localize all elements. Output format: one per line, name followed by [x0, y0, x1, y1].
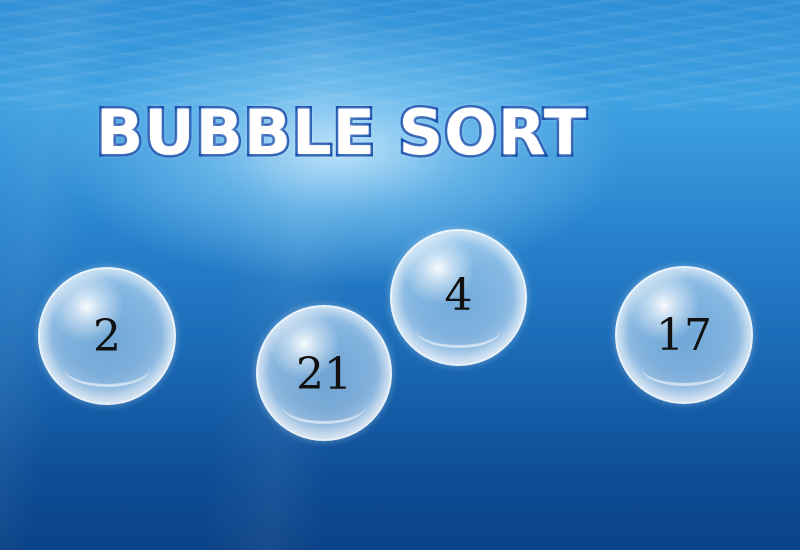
bubble-2[interactable]: 21 [256, 305, 392, 441]
bubble-value: 2 [93, 311, 121, 362]
bubble-value: 4 [444, 269, 473, 321]
bubble-1[interactable]: 2 [38, 267, 176, 405]
bubble-4[interactable]: 17 [615, 266, 753, 404]
bubble-3[interactable]: 4 [390, 229, 527, 366]
bubble-value: 17 [656, 310, 712, 361]
game-title: BUBBLE SORT [93, 96, 588, 169]
bubble-value: 21 [296, 349, 352, 400]
underwater-background: BUBBLE SORT 2 21 4 17 [0, 0, 800, 550]
